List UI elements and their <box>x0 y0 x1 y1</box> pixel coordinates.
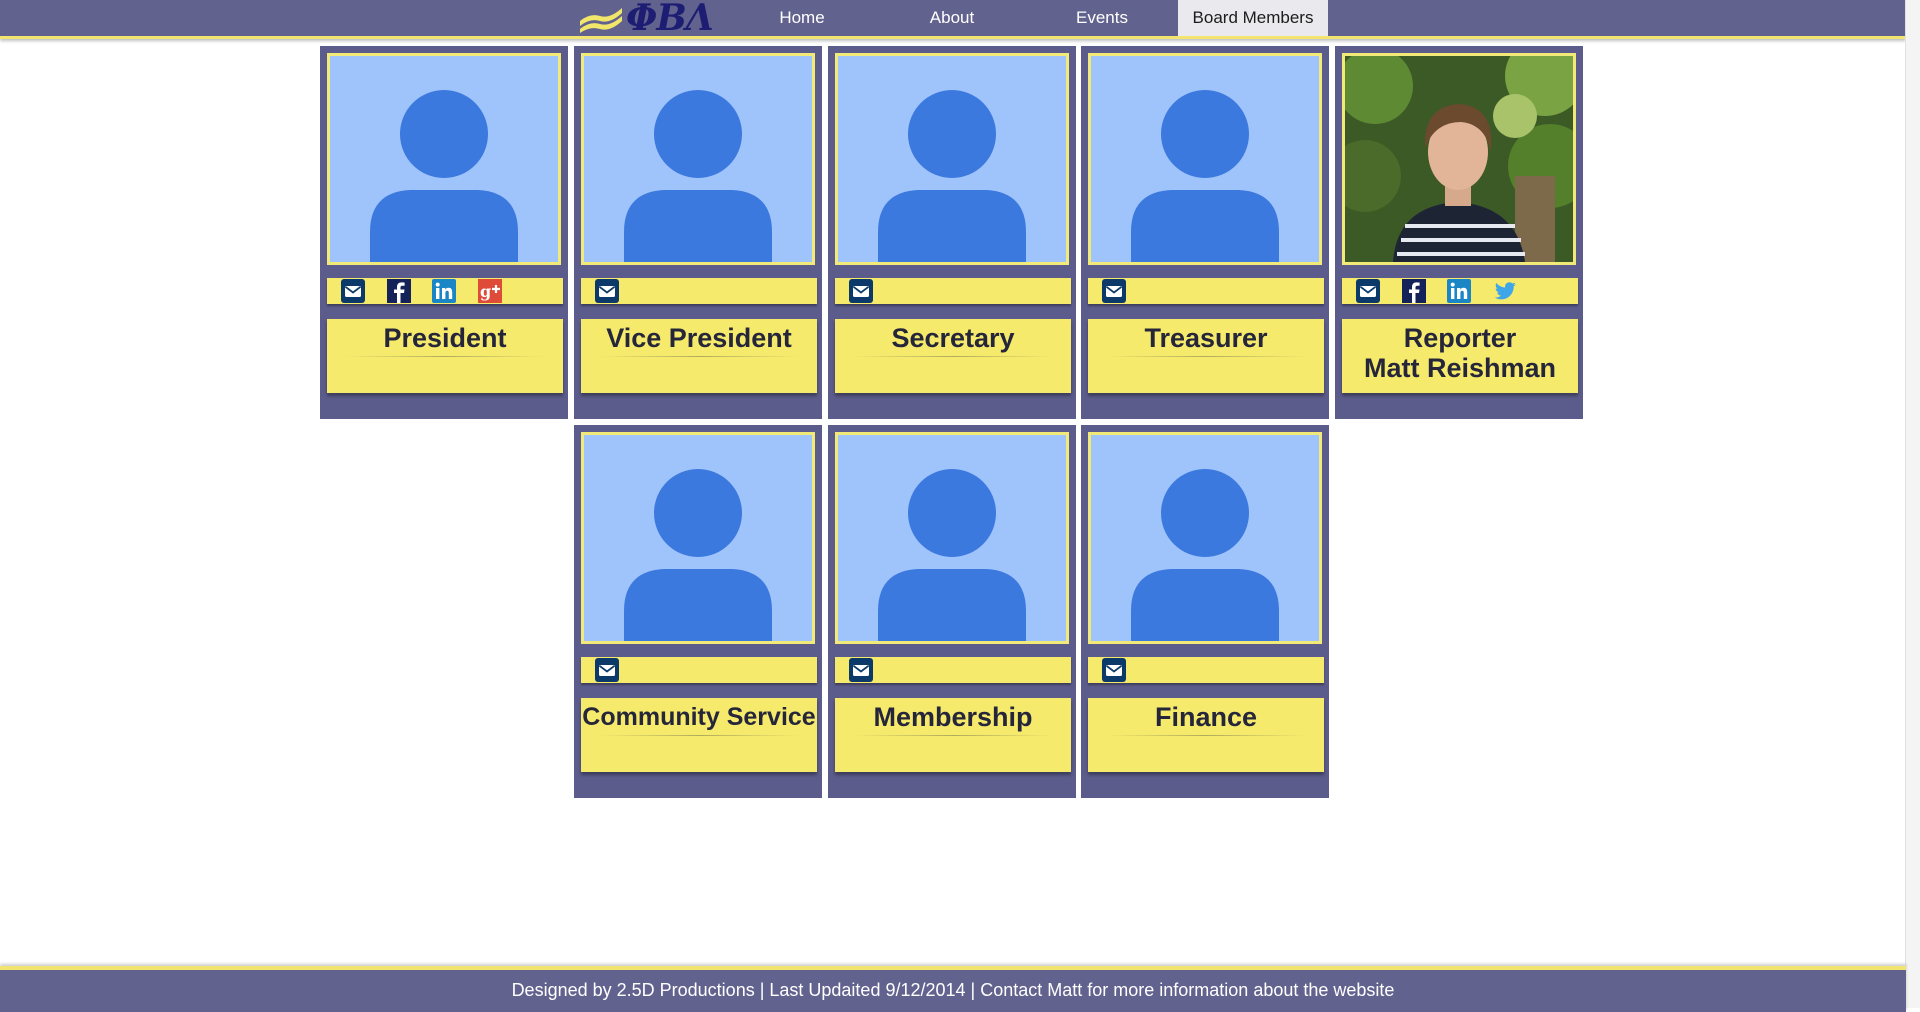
role-title: Treasurer <box>1144 323 1268 353</box>
role-title: Membership <box>873 702 1033 732</box>
title-divider <box>599 735 799 736</box>
profile-placeholder-icon <box>1088 432 1322 644</box>
title-divider <box>853 735 1053 736</box>
top-nav-bar: ΦΒΛ Home About Events Board Members <box>0 0 1906 39</box>
role-title-box: Community Service <box>581 698 817 772</box>
title-divider <box>345 356 545 357</box>
social-links-bar <box>835 657 1071 683</box>
board-card-treasurer: Treasurer <box>1081 46 1329 419</box>
board-card-finance: Finance <box>1081 425 1329 798</box>
role-title: Secretary <box>891 323 1015 353</box>
role-title: Community Service <box>582 703 816 731</box>
svg-text:g: g <box>480 282 491 301</box>
role-title-box: Treasurer <box>1088 319 1324 393</box>
nav-events[interactable]: Events <box>1042 0 1162 36</box>
mail-icon[interactable] <box>849 658 873 682</box>
social-links-bar: g <box>327 278 563 304</box>
social-links-bar <box>835 278 1071 304</box>
site-logo[interactable]: ΦΒΛ <box>578 0 714 39</box>
member-name: Matt Reishman <box>1363 353 1557 383</box>
profile-placeholder-icon <box>581 432 815 644</box>
mail-icon[interactable] <box>341 279 365 303</box>
role-title-box: Finance <box>1088 698 1324 772</box>
role-title: Finance <box>1154 702 1258 732</box>
nav-board-members[interactable]: Board Members <box>1178 0 1328 36</box>
mail-icon[interactable] <box>595 658 619 682</box>
logo-text: ΦΒΛ <box>626 0 714 39</box>
mail-icon[interactable] <box>1102 658 1126 682</box>
board-card-community-service: Community Service <box>574 425 822 798</box>
mail-icon[interactable] <box>849 279 873 303</box>
member-photo <box>1342 53 1576 265</box>
mail-icon[interactable] <box>595 279 619 303</box>
role-title-box: Vice President <box>581 319 817 393</box>
role-title: Vice President <box>606 323 792 353</box>
profile-placeholder-icon <box>1088 53 1322 265</box>
social-links-bar <box>1088 657 1324 683</box>
nav-home[interactable]: Home <box>742 0 862 36</box>
board-card-secretary: Secretary <box>828 46 1076 419</box>
role-title: Reporter <box>1403 323 1517 353</box>
title-divider <box>599 356 799 357</box>
role-title-box: President <box>327 319 563 393</box>
board-card-reporter: Reporter Matt Reishman <box>1335 46 1583 419</box>
social-links-bar <box>1088 278 1324 304</box>
role-title: President <box>383 323 507 353</box>
social-links-bar <box>581 657 817 683</box>
linkedin-icon[interactable] <box>432 279 456 303</box>
facebook-icon[interactable] <box>387 279 411 303</box>
board-card-president: g President <box>320 46 568 419</box>
mail-icon[interactable] <box>1102 279 1126 303</box>
social-links-bar <box>1342 278 1578 304</box>
social-links-bar <box>581 278 817 304</box>
footer-text: Designed by 2.5D Productions | Last Upda… <box>511 980 1395 1000</box>
profile-placeholder-icon <box>327 53 561 265</box>
linkedin-icon[interactable] <box>1447 279 1471 303</box>
mail-icon[interactable] <box>1356 279 1380 303</box>
role-title-box: Membership <box>835 698 1071 772</box>
facebook-icon[interactable] <box>1402 279 1426 303</box>
profile-placeholder-icon <box>835 53 1069 265</box>
role-title-box: Secretary <box>835 319 1071 393</box>
title-divider <box>853 356 1053 357</box>
profile-placeholder-icon <box>581 53 815 265</box>
google-plus-icon[interactable]: g <box>478 279 502 303</box>
logo-swoosh-icon <box>580 8 622 33</box>
board-card-membership: Membership <box>828 425 1076 798</box>
board-card-vice-president: Vice President <box>574 46 822 419</box>
profile-placeholder-icon <box>835 432 1069 644</box>
nav-about[interactable]: About <box>892 0 1012 36</box>
twitter-icon[interactable] <box>1493 279 1517 303</box>
page-scrollbar[interactable] <box>1905 0 1920 1008</box>
role-title-box: Reporter Matt Reishman <box>1342 319 1578 393</box>
footer: Designed by 2.5D Productions | Last Upda… <box>0 966 1906 1012</box>
title-divider <box>1106 735 1306 736</box>
title-divider <box>1106 356 1306 357</box>
